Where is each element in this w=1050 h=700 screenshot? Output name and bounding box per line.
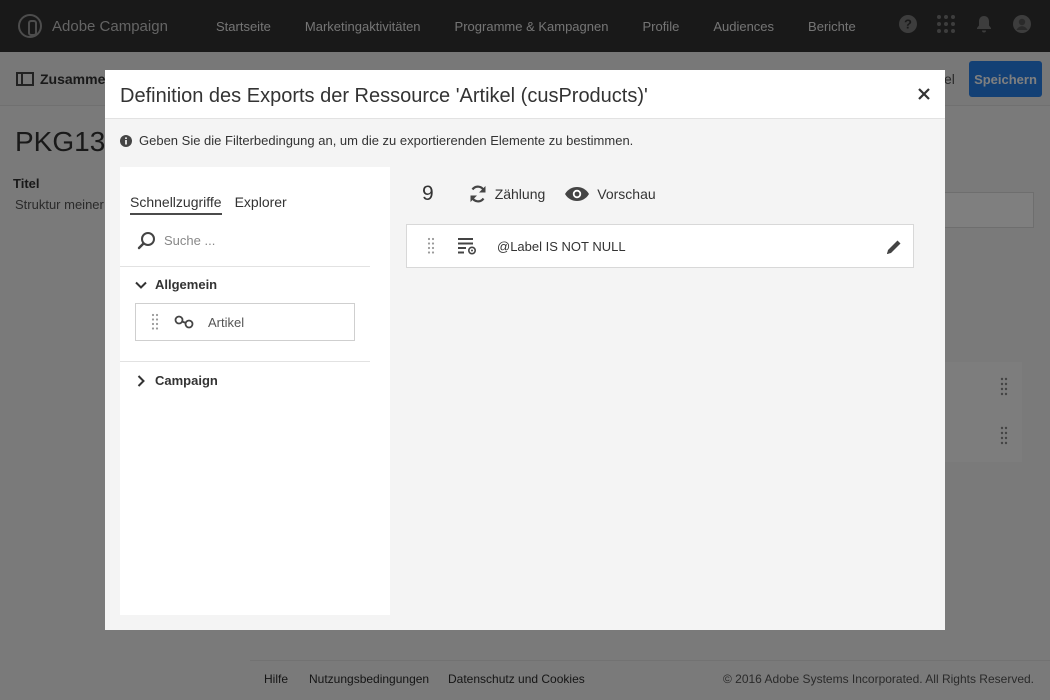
- preview-button[interactable]: Vorschau: [564, 186, 656, 202]
- search-input[interactable]: [164, 233, 364, 248]
- pencil-icon[interactable]: [885, 238, 903, 256]
- filter-condition-icon: [458, 238, 477, 255]
- preview-label: Vorschau: [597, 186, 656, 202]
- chevron-down-icon: [135, 281, 147, 289]
- info-text: Geben Sie die Filterbedingung an, um die…: [139, 133, 634, 148]
- divider: [120, 266, 370, 267]
- result-toolbar: 9 Zählung Vorschau: [422, 182, 656, 206]
- filter-rule[interactable]: @Label IS NOT NULL: [406, 224, 914, 268]
- tab-schnellzugriffe[interactable]: Schnellzugriffe: [130, 194, 222, 215]
- divider: [120, 361, 370, 362]
- link-icon: [174, 315, 194, 329]
- tab-explorer[interactable]: Explorer: [235, 194, 287, 215]
- quick-access-panel: Schnellzugriffe Explorer Allgemein Artik…: [120, 167, 390, 615]
- info-message: Geben Sie die Filterbedingung an, um die…: [120, 133, 633, 148]
- tree-item-artikel[interactable]: Artikel: [135, 303, 355, 341]
- export-definition-dialog: Definition des Exports der Ressource 'Ar…: [105, 70, 945, 630]
- close-icon[interactable]: [915, 85, 933, 103]
- tree-item-label: Artikel: [208, 314, 245, 330]
- drag-handle-icon[interactable]: [151, 313, 159, 331]
- rule-expression: @Label IS NOT NULL: [497, 238, 626, 254]
- panel-tabs: Schnellzugriffe Explorer: [130, 194, 300, 215]
- dialog-title: Definition des Exports der Ressource 'Ar…: [120, 85, 648, 107]
- chevron-right-icon: [137, 374, 145, 387]
- count-label: Zählung: [494, 186, 546, 202]
- group-label: Allgemein: [155, 277, 218, 292]
- dialog-header: Definition des Exports der Ressource 'Ar…: [105, 70, 945, 119]
- info-icon: [120, 134, 132, 147]
- record-count: 9: [422, 182, 434, 205]
- group-label: Campaign: [155, 373, 218, 388]
- search-box: [137, 231, 364, 250]
- group-campaign[interactable]: Campaign: [135, 373, 218, 388]
- eye-icon: [565, 187, 590, 201]
- group-allgemein[interactable]: Allgemein: [135, 277, 217, 292]
- count-button[interactable]: Zählung: [468, 184, 546, 204]
- drag-handle-icon[interactable]: [427, 237, 435, 255]
- search-icon: [137, 232, 155, 250]
- refresh-icon: [470, 185, 486, 203]
